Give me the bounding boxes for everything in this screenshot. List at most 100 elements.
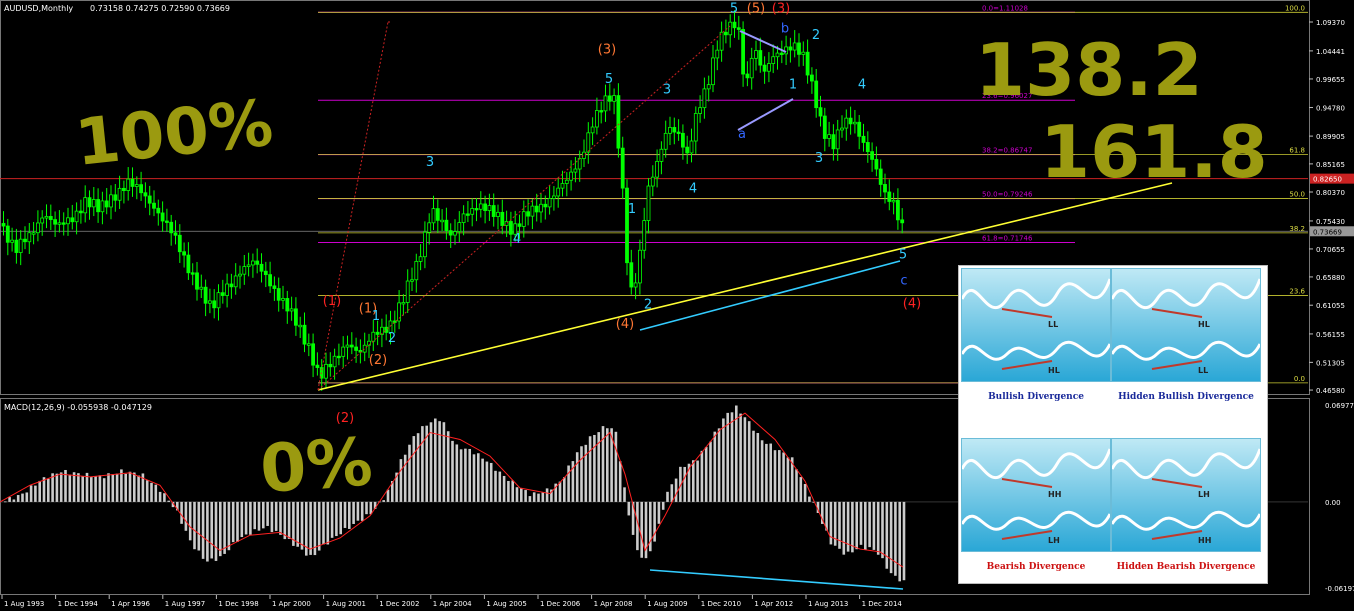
- macd-histogram-bar: [730, 412, 734, 502]
- price-axis-label: 0.70655: [1316, 246, 1345, 254]
- macd-histogram-bar: [786, 457, 790, 502]
- time-axis-label: 1 Apr 2008: [594, 600, 633, 608]
- price-axis-label: 0.94780: [1316, 105, 1345, 113]
- candle-body: [762, 64, 767, 72]
- candle-body: [96, 199, 100, 213]
- candle-body: [745, 73, 750, 79]
- time-axis: 1 Aug 1993 1 Dec 1994 1 Apr 1996 1 Aug 1997…: [1, 595, 902, 608]
- macd-histogram-bar: [502, 475, 506, 502]
- macd-histogram-bar: [575, 452, 579, 502]
- candle-body: [268, 274, 273, 287]
- time-axis-label: 1 Aug 2013: [808, 600, 848, 608]
- macd-histogram-bar: [201, 501, 205, 559]
- candle-body: [810, 74, 814, 82]
- macd-histogram-bar: [188, 501, 192, 541]
- divergence-line: [1001, 478, 1053, 488]
- candle-body: [272, 285, 277, 289]
- candle-body: [173, 232, 178, 236]
- candle-body: [229, 283, 234, 288]
- macd-histogram-bar: [709, 441, 712, 502]
- candle-body: [771, 56, 776, 64]
- macd-histogram-bar: [154, 484, 158, 502]
- macd-histogram-bar: [343, 501, 347, 528]
- candle-body: [642, 220, 647, 251]
- macd-histogram-bar: [145, 480, 149, 502]
- price-axis-label: 1.09370: [1316, 19, 1345, 27]
- candle-body: [853, 121, 857, 125]
- candle-body: [857, 121, 862, 137]
- macd-histogram-bar: [563, 477, 566, 502]
- candle-body: [500, 211, 505, 226]
- wave-label: (1): [323, 294, 341, 309]
- macd-histogram-bar: [300, 501, 304, 550]
- macd-histogram-bar: [429, 422, 433, 502]
- macd-histogram-bar: [94, 476, 97, 502]
- candle-body: [405, 280, 410, 303]
- wave-label: 2: [388, 331, 396, 346]
- candle-body: [543, 203, 548, 208]
- candle-body: [246, 264, 251, 267]
- candle-body: [521, 211, 526, 227]
- indicator-wave: [962, 340, 1110, 361]
- macd-histogram-bar: [704, 446, 708, 502]
- macd-histogram-bar: [257, 501, 261, 531]
- candle-body: [444, 219, 449, 232]
- divergence-caption: Hidden Bearish Divergence: [1116, 562, 1256, 572]
- macd-histogram-bar: [365, 501, 368, 515]
- candle-body: [590, 126, 595, 134]
- macd-histogram-bar: [330, 501, 334, 538]
- macd-histogram-bar: [85, 472, 89, 502]
- candle-body: [706, 84, 711, 90]
- candle-body: [190, 272, 195, 275]
- candle-body: [625, 187, 629, 264]
- wave-label: 1: [789, 78, 797, 93]
- wave-label: 5: [899, 248, 907, 263]
- candle-body: [870, 151, 874, 160]
- macd-histogram-bar: [296, 501, 299, 547]
- candle-body: [79, 210, 83, 214]
- candle-body: [607, 95, 612, 102]
- candle-body: [117, 187, 122, 201]
- candle-body: [685, 146, 690, 154]
- candle-body: [616, 95, 621, 149]
- candle-body: [255, 260, 260, 265]
- handwritten-0-percent: 0%: [258, 423, 375, 508]
- macd-histogram-bar: [193, 501, 196, 550]
- candle-body: [470, 208, 475, 215]
- macd-histogram-bar: [403, 454, 407, 502]
- candle-body: [487, 205, 492, 211]
- candle-body: [164, 220, 169, 223]
- svg-text:0%: 0%: [258, 423, 375, 508]
- macd-histogram-bar: [12, 499, 16, 502]
- macd-histogram-bar: [881, 501, 884, 559]
- candle-body: [401, 302, 406, 305]
- candle-body: [728, 21, 733, 36]
- extension-level-label: 23.6: [1289, 288, 1305, 296]
- price-axis-label: 0.56155: [1316, 331, 1345, 339]
- candle-body: [186, 254, 191, 274]
- candle-body: [341, 346, 346, 357]
- macd-histogram-bar: [722, 418, 725, 502]
- macd-histogram-bar: [214, 501, 218, 561]
- wave-label: (5): [747, 1, 765, 16]
- candle-body: [216, 292, 221, 309]
- macd-histogram-bar: [885, 501, 889, 569]
- macd-histogram-bar: [477, 453, 480, 502]
- macd-histogram-bar: [472, 454, 476, 502]
- macd-histogram-bar: [532, 492, 536, 502]
- candle-body: [715, 49, 720, 59]
- macd-histogram-bar: [752, 430, 755, 502]
- candle-body: [431, 208, 436, 224]
- divergence-illustration: LH HH: [1112, 448, 1260, 545]
- candle-body: [603, 95, 608, 112]
- divergence-caption: Bullish Divergence: [988, 392, 1084, 402]
- macd-histogram-bar: [81, 476, 84, 502]
- candle-body: [595, 110, 599, 128]
- candle-body: [23, 238, 27, 243]
- candle-body: [754, 50, 758, 59]
- candle-body: [53, 219, 57, 225]
- wave-label: 2: [812, 28, 820, 43]
- macd-histogram-bar: [769, 443, 772, 502]
- divergence-card: HH LH: [961, 438, 1111, 552]
- candle-body: [225, 283, 230, 296]
